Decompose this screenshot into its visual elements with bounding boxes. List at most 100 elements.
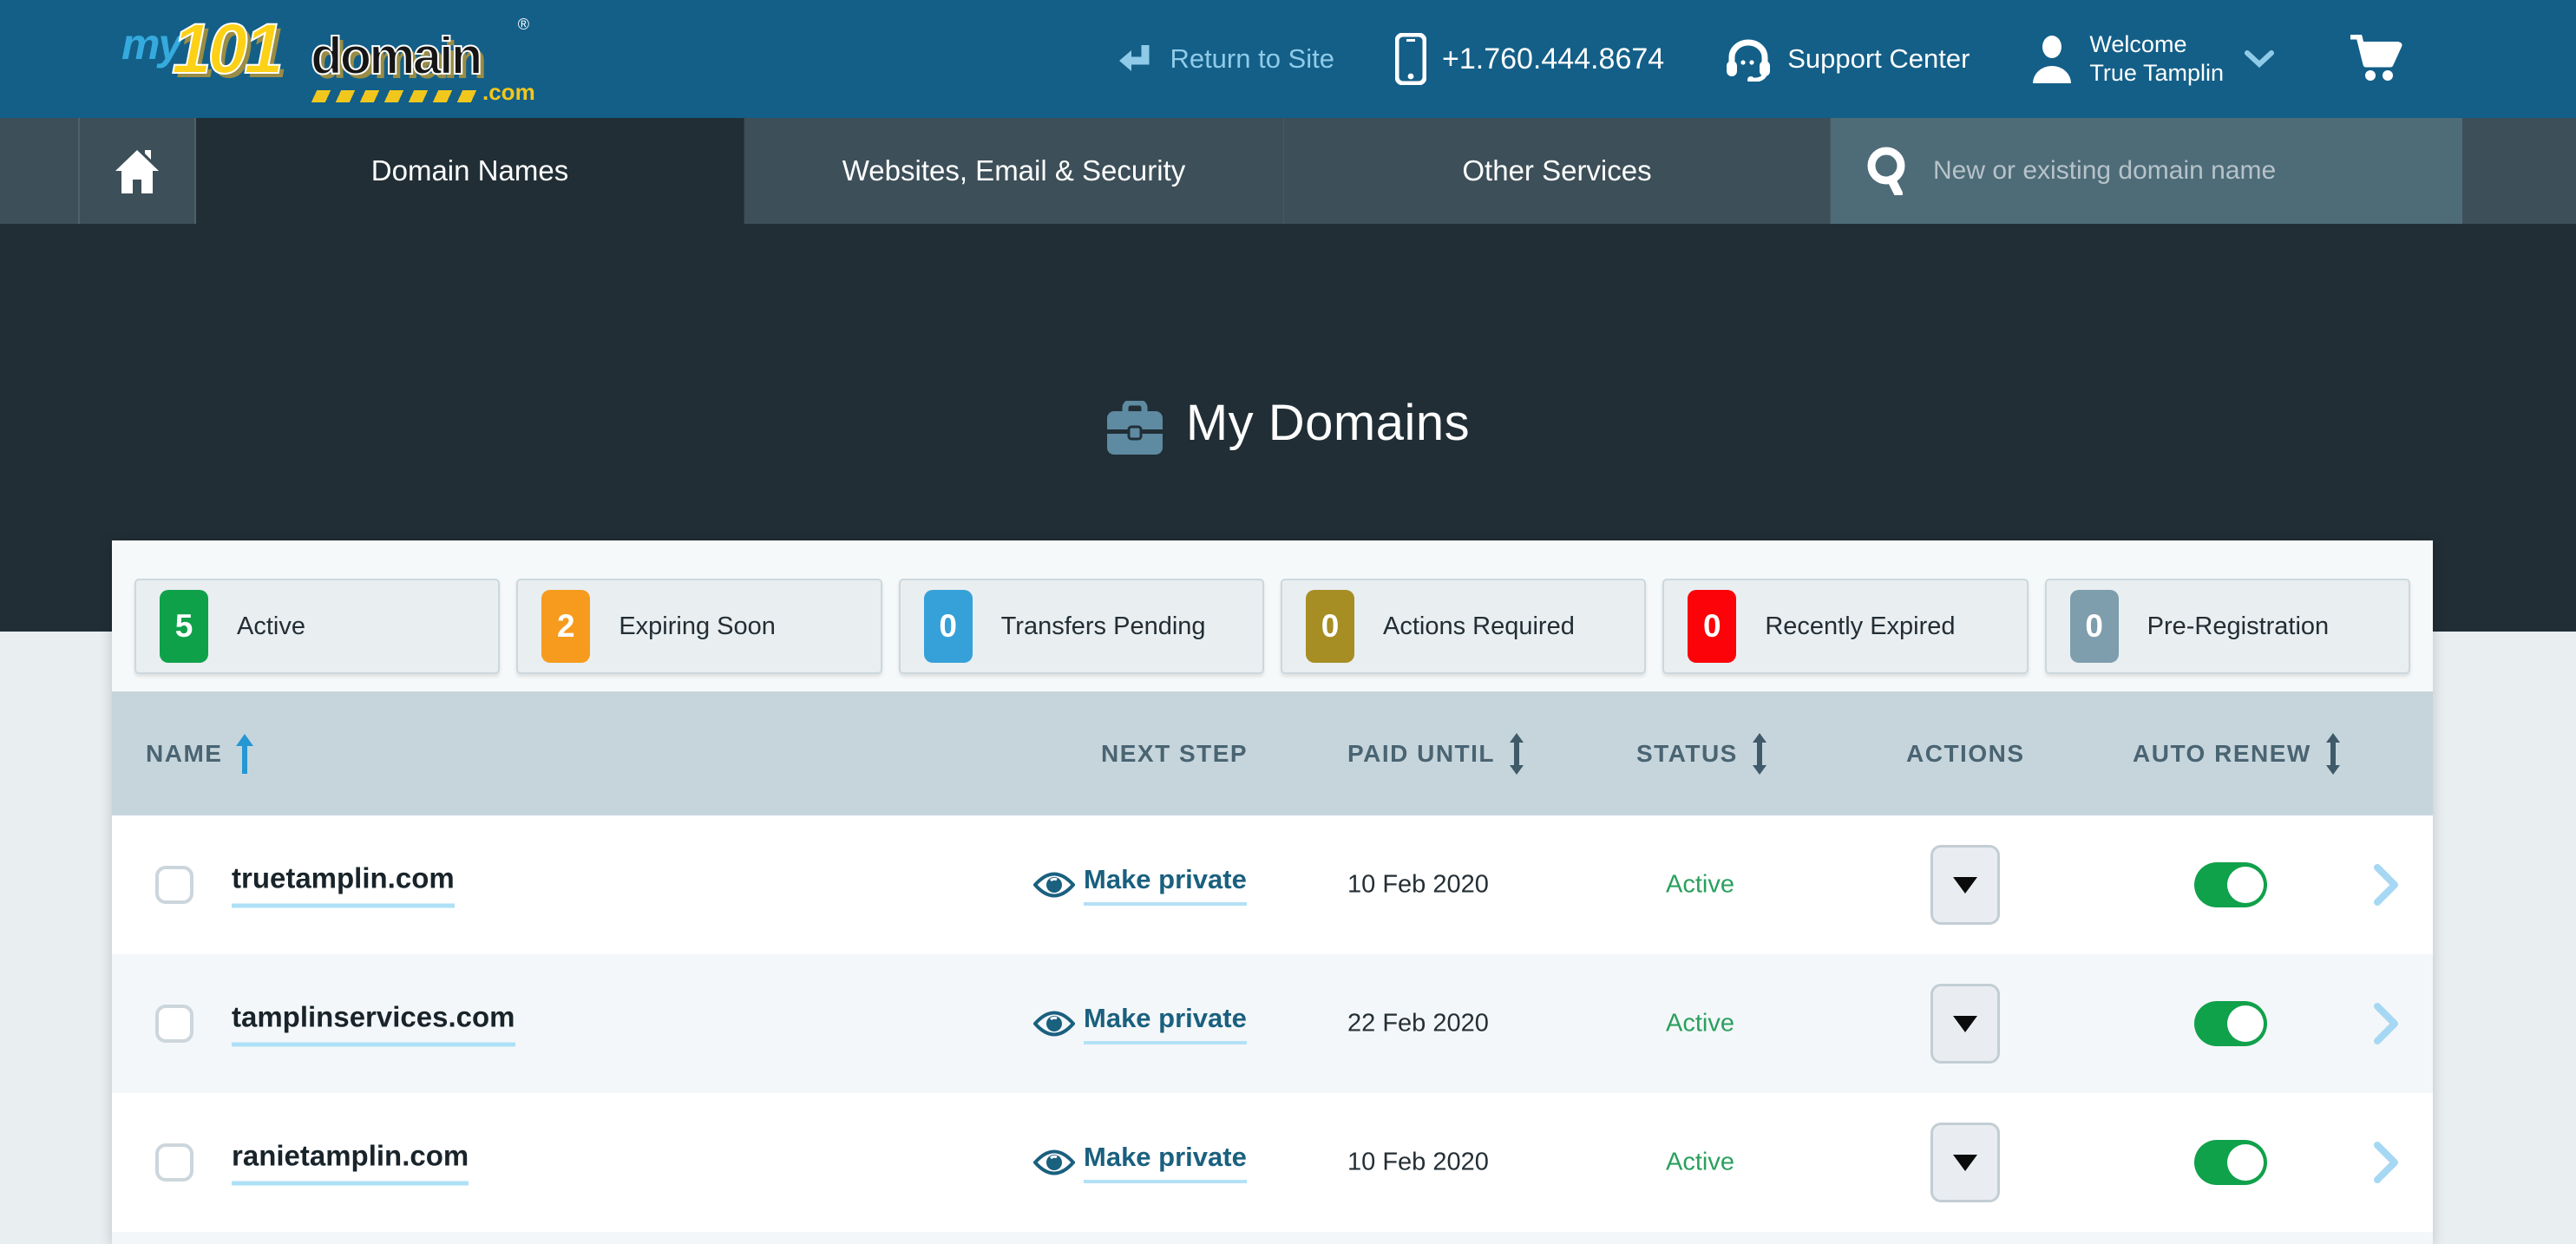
eye-icon [1033, 1148, 1075, 1177]
main-nav: Domain Names Websites, Email & Security … [0, 118, 2576, 224]
paid-until-value: 22 Feb 2020 [1347, 1010, 1489, 1038]
toggle-knob [2227, 1144, 2264, 1181]
col-header-auto-renew[interactable]: AUTO RENEW [2133, 733, 2341, 775]
phone-number: +1.760.444.8674 [1442, 43, 1664, 76]
transfers-label: Transfers Pending [1001, 612, 1206, 641]
table-row-partial [112, 1232, 2433, 1244]
summary-transfers-pending[interactable]: 0 Transfers Pending [899, 579, 1264, 674]
make-private-link[interactable]: Make private [1084, 864, 1247, 906]
col-header-actions: ACTIONS [1906, 740, 2025, 768]
sort-icon [1509, 733, 1524, 775]
make-private-link[interactable]: Make private [1084, 1003, 1247, 1044]
welcome-line2: True Tamplin [2089, 59, 2224, 88]
caret-down-icon [1953, 1155, 1977, 1171]
nav-home-button[interactable] [80, 118, 196, 224]
col-status-label: STATUS [1636, 740, 1738, 768]
col-auto-renew-label: AUTO RENEW [2133, 740, 2311, 768]
eye-icon [1033, 1009, 1075, 1038]
auto-renew-toggle[interactable] [2194, 1001, 2267, 1046]
phone-contact[interactable]: +1.760.444.8674 [1395, 33, 1664, 85]
actions-count-badge: 0 [1306, 590, 1354, 663]
return-arrow-icon [1116, 42, 1154, 76]
welcome-line1: Welcome [2089, 30, 2224, 59]
prereg-count-badge: 0 [2070, 590, 2119, 663]
status-summary: 5 Active 2 Expiring Soon 0 Transfers Pen… [112, 540, 2433, 691]
brand-logo[interactable]: my 101 domain ® .com [121, 14, 529, 104]
nav-fill [2462, 118, 2576, 224]
support-center-label: Support Center [1787, 43, 1970, 75]
actions-dropdown-button[interactable] [1930, 1123, 2000, 1202]
actions-dropdown-button[interactable] [1930, 845, 2000, 925]
user-icon [2030, 35, 2074, 83]
logo-com: .com [482, 79, 535, 106]
paid-until-value: 10 Feb 2020 [1347, 871, 1489, 900]
summary-pre-registration[interactable]: 0 Pre-Registration [2045, 579, 2410, 674]
sort-asc-icon [236, 734, 253, 774]
row-checkbox[interactable] [155, 1143, 193, 1182]
col-header-status[interactable]: STATUS [1636, 733, 1767, 775]
table-header: NAME NEXT STEP PAID UNTIL ST [112, 691, 2433, 815]
cart-button[interactable] [2349, 35, 2402, 83]
return-to-site-link[interactable]: Return to Site [1116, 42, 1334, 76]
row-checkbox[interactable] [155, 866, 193, 904]
col-name-label: NAME [146, 740, 222, 768]
expired-count-badge: 0 [1688, 590, 1736, 663]
col-next-step-label: NEXT STEP [1101, 740, 1248, 768]
logo-101: 101 [172, 9, 280, 90]
tab-other-services[interactable]: Other Services [1284, 118, 1831, 224]
expiring-label: Expiring Soon [619, 612, 776, 641]
phone-icon [1395, 33, 1426, 85]
support-center-link[interactable]: Support Center [1725, 36, 1970, 82]
col-header-name[interactable]: NAME [146, 734, 253, 774]
domain-search-box[interactable] [1831, 118, 2462, 224]
tab-other-services-label: Other Services [1462, 154, 1651, 187]
summary-recently-expired[interactable]: 0 Recently Expired [1662, 579, 2028, 674]
nav-spacer [0, 118, 80, 224]
tab-websites-email-security[interactable]: Websites, Email & Security [744, 118, 1284, 224]
status-value: Active [1666, 1149, 1734, 1177]
logo-domain: domain [311, 26, 480, 86]
transfers-count-badge: 0 [924, 590, 973, 663]
home-icon [114, 148, 161, 193]
cart-icon [2349, 35, 2402, 83]
actions-dropdown-button[interactable] [1930, 984, 2000, 1064]
row-expand-chevron[interactable] [2373, 1003, 2399, 1044]
summary-expiring-soon[interactable]: 2 Expiring Soon [516, 579, 882, 674]
screen: my 101 domain ® .com Return to Site [0, 0, 2576, 1244]
toggle-knob [2227, 1005, 2264, 1042]
account-menu[interactable]: Welcome True Tamplin [2030, 30, 2274, 88]
tab-websites-label: Websites, Email & Security [842, 154, 1186, 187]
headset-icon [1725, 36, 1772, 82]
summary-actions-required[interactable]: 0 Actions Required [1281, 579, 1646, 674]
tab-domain-names[interactable]: Domain Names [196, 118, 744, 224]
actions-label: Actions Required [1383, 612, 1575, 641]
eye-icon [1033, 870, 1075, 900]
domain-name-link[interactable]: truetamplin.com [232, 862, 455, 908]
table-row: tamplinservices.com Make private 22 Feb … [112, 954, 2433, 1093]
active-count-badge: 5 [160, 590, 208, 663]
summary-active[interactable]: 5 Active [134, 579, 500, 674]
row-checkbox[interactable] [155, 1005, 193, 1043]
row-expand-chevron[interactable] [2373, 1142, 2399, 1183]
col-header-paid-until[interactable]: PAID UNTIL [1347, 733, 1524, 775]
status-value: Active [1666, 871, 1734, 900]
caret-down-icon [1953, 877, 1977, 894]
auto-renew-toggle[interactable] [2194, 1140, 2267, 1185]
table-row: ranietamplin.com Make private 10 Feb 202… [112, 1093, 2433, 1232]
sort-icon [2325, 733, 2341, 775]
make-private-link[interactable]: Make private [1084, 1142, 1247, 1183]
col-paid-until-label: PAID UNTIL [1347, 740, 1495, 768]
auto-renew-toggle[interactable] [2194, 862, 2267, 907]
expired-label: Recently Expired [1765, 612, 1955, 641]
caret-down-icon [1953, 1016, 1977, 1032]
row-expand-chevron[interactable] [2373, 864, 2399, 906]
table-row: truetamplin.com Make private 10 Feb 2020… [112, 815, 2433, 954]
domains-card: 5 Active 2 Expiring Soon 0 Transfers Pen… [112, 540, 2433, 1244]
domain-name-link[interactable]: tamplinservices.com [232, 1001, 515, 1047]
active-label: Active [237, 612, 305, 641]
page-title: My Domains [1186, 394, 1470, 452]
sort-icon [1752, 733, 1767, 775]
return-to-site-label: Return to Site [1170, 43, 1334, 75]
domain-name-link[interactable]: ranietamplin.com [232, 1140, 469, 1186]
domain-search-input[interactable] [1933, 156, 2454, 186]
